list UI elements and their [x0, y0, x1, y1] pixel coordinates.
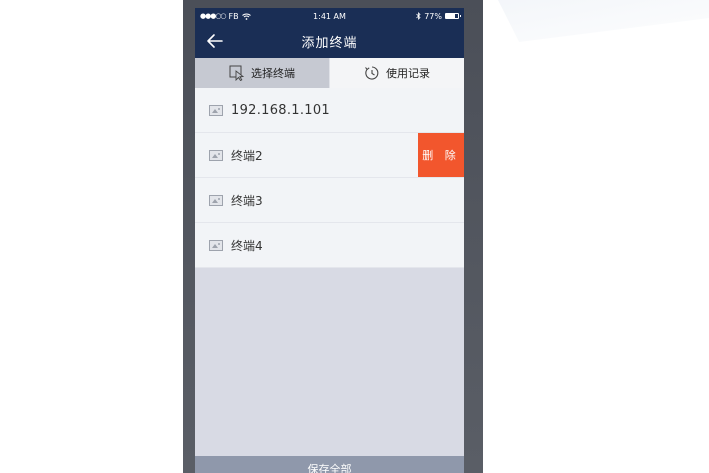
background-right-panel: [483, 0, 709, 473]
nav-bar: 添加终端: [195, 24, 464, 58]
save-all-button[interactable]: 保存全部: [195, 456, 464, 473]
page-title: 添加终端: [301, 35, 358, 51]
terminal-row[interactable]: 终端2 删 除: [195, 133, 464, 178]
battery-fill: [446, 14, 456, 18]
terminal-row[interactable]: 192.168.1.101: [195, 88, 464, 133]
tab-bar: 选择终端 使用记录: [195, 58, 464, 88]
delete-button[interactable]: 删 除: [418, 133, 464, 177]
terminal-label: 192.168.1.101: [231, 102, 331, 118]
tab-usage-history[interactable]: 使用记录: [329, 58, 464, 88]
terminal-row[interactable]: 终端3: [195, 178, 464, 223]
terminal-label: 终端3: [231, 193, 263, 208]
back-arrow-icon: [207, 34, 223, 48]
tab-select-terminal[interactable]: 选择终端: [195, 58, 329, 88]
image-placeholder-icon: [209, 194, 223, 206]
save-all-label: 保存全部: [307, 463, 352, 473]
empty-area: [195, 268, 464, 456]
terminal-label: 终端4: [231, 238, 263, 253]
back-button[interactable]: [205, 32, 225, 50]
phone-screen: ●●●○○ FB 1:41 AM 77% 添加终端 选择终端 使用记录 192.…: [195, 8, 464, 473]
terminal-label: 终端2: [231, 148, 263, 163]
image-placeholder-icon: [209, 149, 223, 161]
tab-usage-history-label: 使用记录: [386, 67, 430, 80]
terminal-row[interactable]: 终端4: [195, 223, 464, 268]
status-time: 1:41 AM: [313, 11, 346, 21]
history-clock-icon: [365, 66, 379, 80]
image-placeholder-icon: [209, 104, 223, 116]
image-placeholder-icon: [209, 239, 223, 251]
battery-icon: [445, 13, 461, 19]
cursor-select-icon: [229, 65, 245, 81]
terminal-list: 192.168.1.101 终端2 删 除 终端3 终端4: [195, 88, 464, 268]
status-bar: ●●●○○ FB 1:41 AM 77%: [195, 8, 464, 24]
tab-select-terminal-label: 选择终端: [251, 67, 295, 80]
